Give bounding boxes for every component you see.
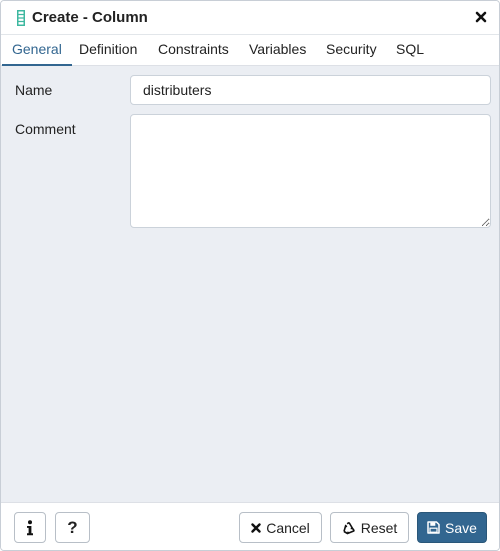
general-tab-panel: Name Comment xyxy=(1,66,499,502)
create-column-dialog: Create - Column General Definition Const… xyxy=(0,0,500,551)
help-label: ? xyxy=(67,517,78,537)
tab-variables[interactable]: Variables xyxy=(249,35,306,66)
name-label: Name xyxy=(15,82,53,98)
info-icon xyxy=(26,519,34,536)
dialog-titlebar[interactable]: Create - Column xyxy=(1,1,499,35)
dialog-footer: ? Cancel Reset Save xyxy=(1,502,499,550)
reset-button[interactable]: Reset xyxy=(330,512,409,543)
tab-definition[interactable]: Definition xyxy=(79,35,137,66)
cancel-label: Cancel xyxy=(266,519,310,536)
close-icon xyxy=(251,522,261,533)
dialog-title: Create - Column xyxy=(32,9,148,26)
reset-label: Reset xyxy=(360,519,398,536)
recycle-icon xyxy=(342,521,356,535)
column-icon xyxy=(17,10,25,26)
comment-textarea[interactable] xyxy=(130,114,491,228)
help-button[interactable]: ? xyxy=(55,512,90,543)
comment-label: Comment xyxy=(15,121,76,137)
floppy-disk-icon xyxy=(427,521,440,534)
tab-bar: General Definition Constraints Variables… xyxy=(1,35,499,66)
tab-security[interactable]: Security xyxy=(326,35,377,66)
cancel-button[interactable]: Cancel xyxy=(239,512,322,543)
tab-sql[interactable]: SQL xyxy=(396,35,424,66)
info-button[interactable] xyxy=(14,512,46,543)
name-input[interactable] xyxy=(130,75,491,105)
tab-general[interactable]: General xyxy=(2,35,72,66)
close-icon[interactable] xyxy=(474,10,488,24)
tab-constraints[interactable]: Constraints xyxy=(158,35,229,66)
save-button[interactable]: Save xyxy=(417,512,487,543)
save-label: Save xyxy=(445,519,477,536)
